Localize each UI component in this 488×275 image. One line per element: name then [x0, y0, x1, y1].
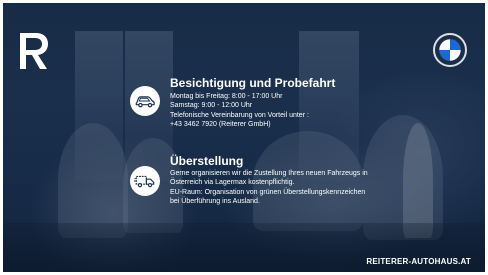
phone-note: Telefonische Vereinbarung von Vorteil un…: [170, 111, 309, 119]
phone-number[interactable]: +43 3462 7920 (Reiterer GmbH): [170, 120, 309, 129]
bmw-logo-icon: [433, 33, 467, 67]
delivery-line: Gerne organisieren wir die Zustellung Ih…: [170, 170, 368, 177]
section-body-delivery: Gerne organisieren wir die Zustellung Ih…: [170, 169, 368, 206]
website-url-link[interactable]: REITERER-AUTOHAUS.AT: [366, 257, 471, 266]
section-title-viewing: Besichtigung und Probefahrt: [170, 76, 336, 90]
delivery-line: bei Überführung ins Ausland.: [170, 197, 260, 205]
opening-hours-weekdays: Montag bis Freitag: 8:00 - 17:00 Uhr: [170, 93, 283, 100]
car-icon-badge: [130, 86, 160, 116]
delivery-line: EU-Raum: Organisation von grünen Überste…: [170, 188, 366, 196]
truck-icon-badge: [130, 166, 160, 196]
delivery-truck-icon: [134, 175, 155, 188]
hero-banner: Besichtigung und Probefahrt Montag bis F…: [3, 3, 485, 272]
car-icon: [135, 96, 155, 108]
section-title-delivery: Überstellung: [170, 154, 244, 168]
dark-overlay: [3, 3, 485, 272]
reiterer-logo-icon: [20, 33, 48, 69]
section-body-viewing: Montag bis Freitag: 8:00 - 17:00 Uhr Sam…: [170, 92, 309, 129]
delivery-line: Österreich via Lagermax kostenpflichtig.: [170, 179, 295, 187]
opening-hours-saturday: Samstag: 9:00 - 12:00 Uhr: [170, 102, 253, 110]
